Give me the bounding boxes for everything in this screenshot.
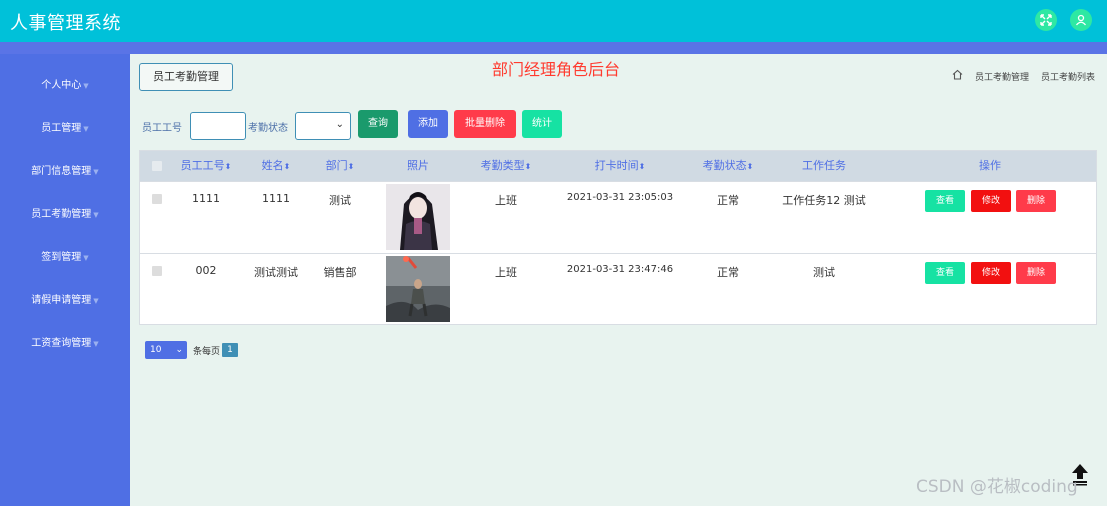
role-title: 部门经理角色后台 — [492, 60, 621, 79]
dept-cell: 测试 — [329, 194, 351, 207]
time-cell: 2021-03-31 23:47:46 — [566, 264, 674, 275]
emp-no-label: 员工工号 — [142, 123, 182, 134]
sort-icon: ⬍ — [638, 162, 646, 171]
emp-no-input[interactable] — [190, 112, 246, 140]
type-cell: 上班 — [495, 266, 517, 279]
table-row: 002 测试测试 销售部 上班 2021-03-31 23:47:46 正常 测… — [140, 253, 1096, 325]
header-strip — [0, 42, 1107, 54]
sidebar-item-sign-in[interactable]: 签到管理 ▼ — [0, 248, 130, 268]
name-cell: 1111 — [262, 192, 290, 205]
stats-button[interactable]: 统计 — [522, 110, 562, 138]
delete-button[interactable]: 删除 — [1016, 262, 1056, 284]
sidebar-item-salary[interactable]: 工资查询管理 ▼ — [0, 334, 130, 354]
app-title: 人事管理系统 — [10, 13, 121, 34]
breadcrumb-item-current: 员工考勤列表 — [1040, 72, 1095, 83]
status-cell: 正常 — [717, 266, 739, 279]
status-label: 考勤状态 — [248, 123, 288, 134]
task-cell: 测试 — [813, 266, 835, 279]
column-header[interactable]: 员工工号⬍ — [176, 151, 236, 181]
edit-button[interactable]: 修改 — [971, 190, 1011, 212]
view-button[interactable]: 查看 — [925, 262, 965, 284]
table-row: 1111 1111 测试 上班 2021-03-31 23:05:03 正常 工… — [140, 181, 1096, 253]
select-all-checkbox[interactable] — [152, 161, 162, 171]
dept-cell: 销售部 — [323, 266, 357, 279]
page-number-current[interactable]: 1 — [222, 343, 238, 357]
query-button[interactable]: 查询 — [358, 110, 398, 138]
emp-no-cell: 1111 — [192, 192, 220, 205]
table-header: 员工工号⬍ 姓名⬍ 部门⬍ 照片 考勤类型⬍ 打卡时间⬍ 考勤状态⬍ 工作任务 … — [140, 151, 1096, 181]
sort-icon: ⬍ — [347, 162, 355, 171]
column-header[interactable]: 考勤类型⬍ — [470, 151, 542, 181]
employee-photo — [386, 256, 450, 322]
name-cell: 测试测试 — [254, 266, 298, 279]
chevron-down-icon: ▼ — [93, 168, 99, 176]
column-header: 操作 — [979, 159, 1001, 172]
employee-photo — [386, 184, 450, 250]
emp-no-cell: 002 — [195, 264, 217, 277]
sort-icon: ⬍ — [224, 162, 232, 171]
breadcrumb-item[interactable]: 员工考勤管理 — [975, 70, 1029, 83]
chevron-down-icon: ▼ — [83, 125, 89, 133]
tab-attendance[interactable]: 员工考勤管理 — [139, 63, 233, 91]
chevron-down-icon: ⌄ — [335, 119, 344, 130]
sort-icon: ⬍ — [283, 162, 291, 171]
sort-icon: ⬍ — [746, 162, 754, 171]
status-cell: 正常 — [717, 194, 739, 207]
delete-button[interactable]: 删除 — [1016, 190, 1056, 212]
chevron-down-icon: ⌄ — [175, 345, 183, 355]
task-cell: 工作任务12 测试 — [782, 194, 866, 207]
chevron-down-icon: ▼ — [83, 254, 89, 262]
sidebar-item-attendance[interactable]: 员工考勤管理 ▼ — [0, 205, 130, 225]
sidebar-item-personal-center[interactable]: 个人中心 ▼ — [0, 76, 130, 96]
column-header[interactable]: 姓名⬍ — [248, 151, 304, 181]
time-cell: 2021-03-31 23:05:03 — [566, 192, 674, 203]
row-checkbox[interactable] — [152, 194, 162, 204]
sidebar-item-employee[interactable]: 员工管理 ▼ — [0, 119, 130, 139]
chevron-down-icon: ▼ — [93, 297, 99, 305]
watermark: CSDN @花椒coding — [916, 477, 1078, 497]
status-select[interactable]: ⌄ — [295, 112, 351, 140]
expand-icon[interactable] — [1035, 9, 1057, 31]
sidebar-item-leave[interactable]: 请假申请管理 ▼ — [0, 291, 130, 311]
chevron-down-icon: ▼ — [83, 82, 89, 90]
sidebar-item-department[interactable]: 部门信息管理 ▼ — [0, 162, 130, 182]
column-header[interactable]: 打卡时间⬍ — [560, 151, 680, 181]
breadcrumb: 员工考勤管理 员工考勤列表 — [952, 69, 1095, 83]
type-cell: 上班 — [495, 194, 517, 207]
top-bar: 人事管理系统 — [0, 0, 1107, 42]
view-button[interactable]: 查看 — [925, 190, 965, 212]
column-header[interactable]: 考勤状态⬍ — [692, 151, 764, 181]
add-button[interactable]: 添加 — [408, 110, 448, 138]
page-size-select[interactable]: 10 ⌄ — [145, 341, 187, 359]
home-icon[interactable] — [952, 69, 963, 83]
batch-delete-button[interactable]: 批量删除 — [454, 110, 516, 138]
column-header: 照片 — [407, 159, 429, 172]
sort-icon: ⬍ — [524, 162, 532, 171]
attendance-table: 员工工号⬍ 姓名⬍ 部门⬍ 照片 考勤类型⬍ 打卡时间⬍ 考勤状态⬍ 工作任务 … — [139, 150, 1097, 325]
chevron-down-icon: ▼ — [93, 340, 99, 348]
sidebar: 个人中心 ▼ 员工管理 ▼ 部门信息管理 ▼ 员工考勤管理 ▼ 签到管理 ▼ 请假申请管理… — [0, 54, 130, 506]
column-header: 工作任务 — [802, 159, 846, 172]
user-icon[interactable] — [1070, 9, 1092, 31]
chevron-down-icon: ▼ — [93, 211, 99, 219]
search-bar: 员工工号 考勤状态 ⌄ 查询 添加 批量删除 统计 — [142, 110, 1082, 140]
row-checkbox[interactable] — [152, 266, 162, 276]
column-header[interactable]: 部门⬍ — [312, 151, 368, 181]
main-content: 员工考勤管理 部门经理角色后台 员工考勤管理 员工考勤列表 员工工号 考勤状态 … — [130, 54, 1107, 506]
per-page-label: 条每页 — [193, 347, 221, 357]
edit-button[interactable]: 修改 — [971, 262, 1011, 284]
pagination: 10 ⌄ 条每页 1 — [145, 341, 345, 359]
